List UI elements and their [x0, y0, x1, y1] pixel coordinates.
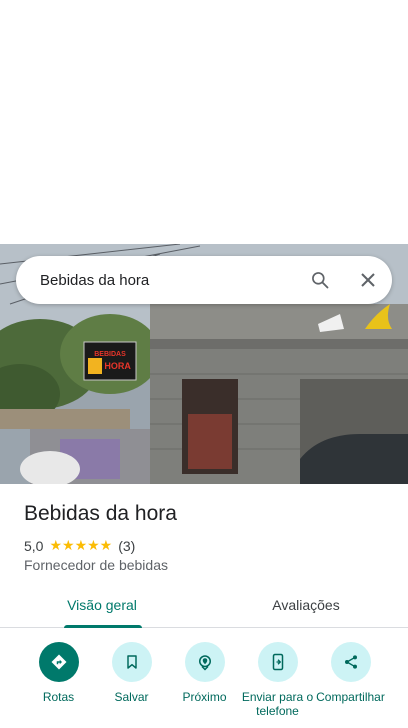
share-icon — [344, 655, 357, 669]
search-icon — [312, 272, 329, 289]
place-title: Bebidas da hora — [24, 502, 177, 525]
share-button[interactable]: Compartilhar — [314, 642, 387, 718]
save-circle — [111, 642, 152, 682]
map-area-blank — [0, 0, 408, 244]
save-label: Salvar — [114, 690, 149, 704]
directions-label: Rotas — [42, 690, 75, 704]
close-icon — [361, 273, 375, 287]
send-to-phone-label: Enviar para o telefone — [241, 690, 314, 718]
directions-icon — [51, 654, 66, 670]
rating-value: 5,0 — [24, 537, 44, 554]
rating-row[interactable]: 5,0 ★★★★★ (3) — [24, 537, 135, 554]
send-to-phone-button[interactable]: Enviar para o telefone — [241, 642, 314, 718]
share-label: Compartilhar — [316, 690, 385, 704]
review-count[interactable]: (3) — [118, 538, 135, 554]
action-bar: Rotas Salvar Próximo Enviar para o telef… — [0, 642, 408, 718]
sign-text-line1: BEBIDAS — [94, 351, 126, 358]
star-rating-icons: ★★★★★ — [49, 537, 113, 553]
search-button[interactable] — [296, 256, 344, 304]
tab-bar: Visão geral Avaliações — [0, 588, 408, 628]
search-bar[interactable]: Bebidas da hora — [16, 256, 392, 304]
tab-overview[interactable]: Visão geral — [0, 588, 204, 628]
send-to-phone-circle — [257, 642, 298, 682]
tab-reviews[interactable]: Avaliações — [204, 588, 408, 627]
bookmark-icon — [126, 655, 137, 669]
nearby-icon — [198, 655, 211, 671]
clear-button[interactable] — [344, 256, 392, 304]
place-category[interactable]: Fornecedor de bebidas — [24, 557, 168, 573]
directions-circle — [38, 642, 79, 682]
tab-active-indicator — [64, 625, 142, 628]
share-circle — [330, 642, 371, 682]
nearby-label: Próximo — [182, 690, 227, 704]
save-button[interactable]: Salvar — [95, 642, 168, 718]
send-to-phone-icon — [272, 653, 283, 671]
tab-reviews-label: Avaliações — [272, 597, 340, 613]
directions-button[interactable]: Rotas — [22, 642, 95, 718]
nearby-button[interactable]: Próximo — [168, 642, 241, 718]
nearby-circle — [184, 642, 225, 682]
search-query[interactable]: Bebidas da hora — [40, 272, 296, 289]
tab-overview-label: Visão geral — [67, 597, 137, 613]
